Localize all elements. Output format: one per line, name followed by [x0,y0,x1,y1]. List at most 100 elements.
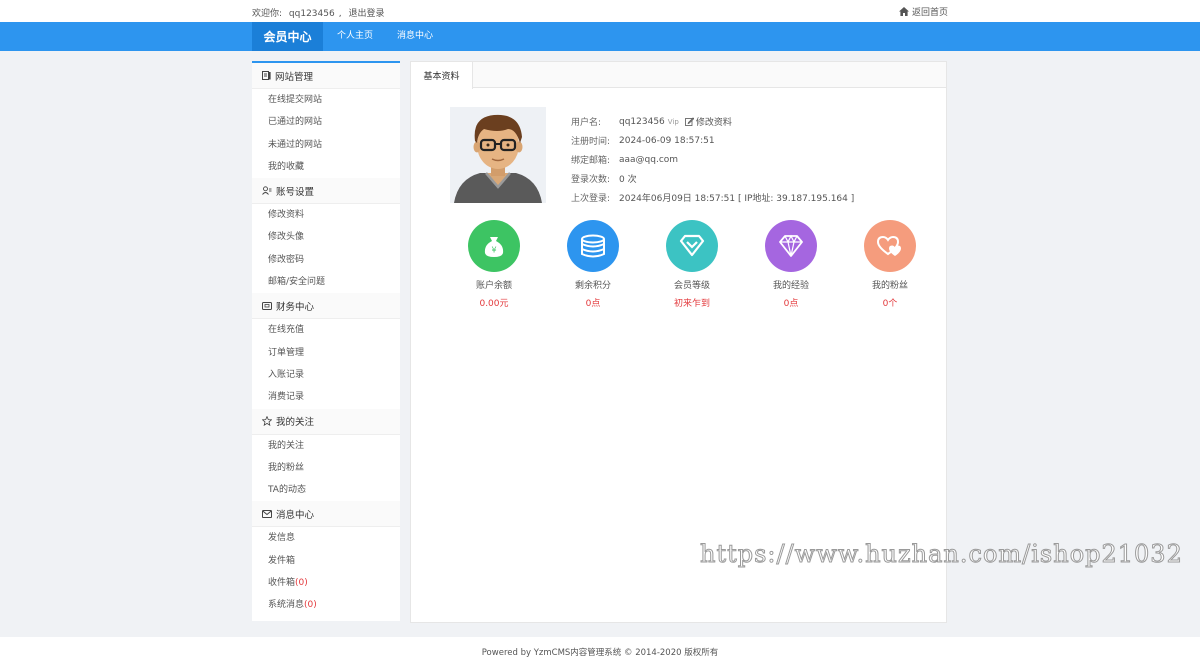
sidebar-item-send-message[interactable]: 发信息 [252,527,400,549]
watermark: https://www.huzhan.com/ishop21032 [700,540,1183,569]
stat-experience[interactable]: 我的经验 0点 [751,220,831,309]
profile-panel: 基本资料 用户名: qq123456 Vip 修改资料 注册时间: 2024-0… [410,61,947,623]
home-link-label: 返回首页 [911,8,948,18]
edit-profile-link[interactable]: 修改资料 [684,115,732,128]
stat-value: 初来乍到 [673,299,710,309]
money-bag-icon: ¥ [484,237,504,257]
avatar-illustration [450,107,546,203]
home-icon [898,7,909,16]
sidebar-group-follow: 我的关注 [252,408,400,435]
sidebar-item-label: 收件箱 [268,578,296,589]
logout-link[interactable]: 退出登录 [348,9,384,19]
sidebar-group-title: 消息中心 [276,509,315,521]
sidebar-group-finance: 财务中心 [252,293,400,320]
info-row-register-time: 注册时间: 2024-06-09 18:57:51 [571,131,854,150]
sidebar-item-activity[interactable]: TA的动态 [252,479,400,501]
stat-label: 剩余积分 [574,281,611,291]
sidebar-item-fans[interactable]: 我的粉丝 [252,457,400,479]
star-icon [262,416,272,427]
coins-icon [581,234,605,258]
stat-label: 我的经验 [772,281,809,291]
sidebar-item-inbox[interactable]: 收件箱(0) [252,572,400,594]
stat-label: 会员等级 [673,281,710,291]
sidebar-item-label: 系统消息 [268,600,305,611]
welcome-separator: , [338,9,342,19]
sidebar-item-favorites[interactable]: 我的收藏 [252,156,400,178]
welcome-username: qq123456 [288,9,335,19]
sidebar-item-change-password[interactable]: 修改密码 [252,249,400,271]
stat-value: 0点 [783,299,799,309]
login-count-value: 0 次 [619,175,637,185]
sidebar-item-income-records[interactable]: 入账记录 [252,364,400,386]
sidebar-group-title: 账号设置 [276,186,315,198]
stat-level[interactable]: 会员等级 初来乍到 [652,220,732,309]
diamond-icon [779,234,803,257]
welcome-prefix: 欢迎你: [252,9,283,19]
stat-circle [567,220,619,272]
sidebar-item-outbox[interactable]: 发件箱 [252,550,400,572]
sidebar-item-recharge[interactable]: 在线充值 [252,319,400,341]
sidebar-item-expense-records[interactable]: 消费记录 [252,386,400,408]
stat-label: 账户余额 [475,281,512,291]
stat-balance[interactable]: ¥ 账户余额 0.00元 [454,220,534,309]
sidebar-item-edit-avatar[interactable]: 修改头像 [252,226,400,248]
stat-points[interactable]: 剩余积分 0点 [553,220,633,309]
stat-fans[interactable]: 我的粉丝 0个 [850,220,930,309]
sidebar-group-title: 网站管理 [275,71,314,83]
register-time-label: 注册时间: [571,137,611,147]
nav-link-homepage[interactable]: 个人主页 [337,22,373,51]
document-icon [262,71,271,80]
users-icon [262,186,272,195]
avatar[interactable] [450,107,546,203]
brand-title[interactable]: 会员中心 [252,22,323,51]
svg-text:¥: ¥ [491,246,496,255]
stat-circle [864,220,916,272]
sidebar-item-email-security[interactable]: 邮箱/安全问题 [252,271,400,293]
sidebar-group-title: 我的关注 [276,417,315,429]
badge-icon [679,234,705,257]
profile-info: 用户名: qq123456 Vip 修改资料 注册时间: 2024-06-09 … [571,112,854,207]
wallet-icon [262,302,272,311]
sidebar-group-messages: 消息中心 [252,501,400,528]
sidebar-item-rejected-sites[interactable]: 未通过的网站 [252,134,400,156]
stat-circle [765,220,817,272]
register-time-value: 2024-06-09 18:57:51 [619,135,715,146]
sidebar-item-edit-profile[interactable]: 修改资料 [252,204,400,226]
sidebar-group-site: 网站管理 [252,63,400,89]
home-link[interactable]: 返回首页 [898,5,948,18]
main-nav: 会员中心 个人主页 消息中心 [0,22,1200,51]
sidebar-group-title: 财务中心 [276,301,315,313]
username-label: 用户名: [571,118,602,128]
sidebar-group-account: 账号设置 [252,178,400,205]
sidebar-item-submit-site[interactable]: 在线提交网站 [252,89,400,111]
mail-icon [262,509,272,518]
username-value: qq123456 [619,116,665,127]
sidebar-item-following[interactable]: 我的关注 [252,435,400,457]
top-bar: 欢迎你: qq123456, 退出登录 返回首页 [0,0,1200,22]
sidebar-item-orders[interactable]: 订单管理 [252,342,400,364]
last-login-label: 上次登录: [571,194,611,204]
info-row-username: 用户名: qq123456 Vip 修改资料 [571,112,854,131]
info-row-login-count: 登录次数: 0 次 [571,169,854,188]
sidebar-item-approved-sites[interactable]: 已通过的网站 [252,111,400,133]
stat-value: 0点 [585,299,601,309]
hearts-icon [876,235,901,256]
info-row-email: 绑定邮箱: aaa@qq.com [571,150,854,169]
login-count-label: 登录次数: [571,175,611,185]
stat-label: 我的粉丝 [871,281,908,291]
sidebar-item-system-messages[interactable]: 系统消息(0) [252,594,400,616]
system-message-count: (0) [304,600,317,611]
stats-row: ¥ 账户余额 0.00元 剩余积分 0点 会员等级 初来乍到 我的经验 0点 我… [451,220,916,310]
nav-link-messages[interactable]: 消息中心 [397,22,433,51]
stat-value: 0.00元 [479,299,509,309]
email-value: aaa@qq.com [619,154,679,165]
tab-basic-info[interactable]: 基本资料 [411,62,473,89]
edit-profile-label: 修改资料 [695,118,732,128]
sidebar: 网站管理 在线提交网站 已通过的网站 未通过的网站 我的收藏 账号设置 修改资料… [252,61,400,621]
tab-bar: 基本资料 [411,62,946,89]
welcome-text: 欢迎你: qq123456, 退出登录 [252,6,388,19]
stat-circle [666,220,718,272]
info-row-last-login: 上次登录: 2024年06月09日 18:57:51 [ IP地址: 39.18… [571,188,854,207]
vip-badge: Vip [667,117,679,126]
stat-circle: ¥ [468,220,520,272]
